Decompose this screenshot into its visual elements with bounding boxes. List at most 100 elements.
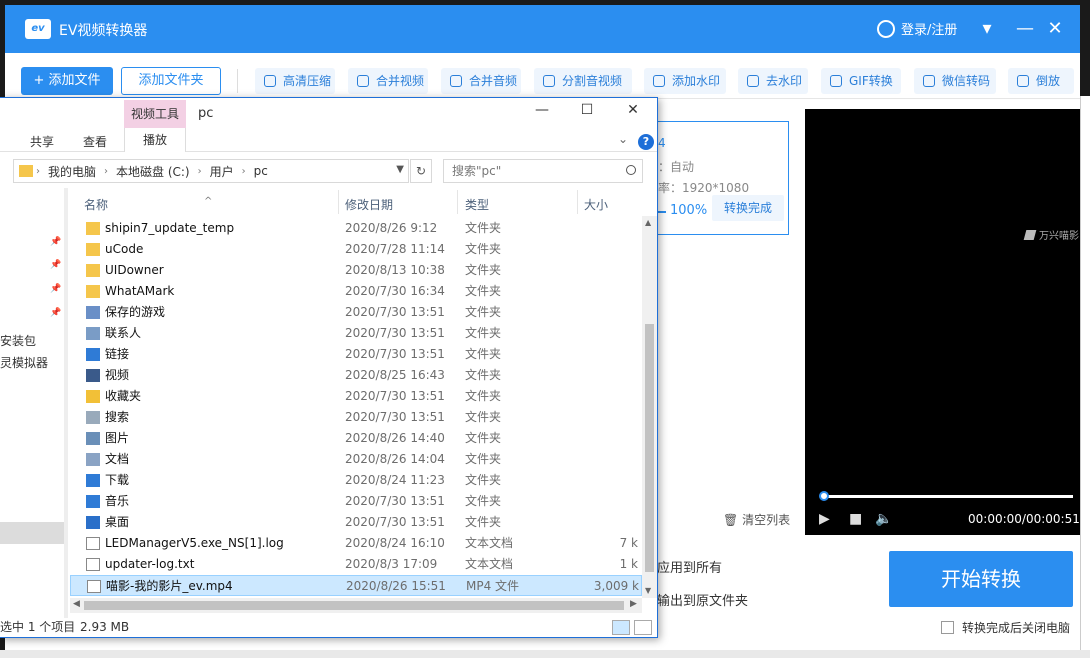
file-row[interactable]: 链接 2020/7/30 13:51 文件夹 — [70, 344, 642, 365]
file-row[interactable]: 图片 2020/8/26 14:40 文件夹 — [70, 428, 642, 449]
large-icons-view-icon[interactable] — [634, 620, 652, 635]
refresh-icon[interactable]: ↻ — [410, 159, 432, 183]
horizontal-scrollbar[interactable]: ◀ ▶ — [70, 598, 642, 613]
col-size[interactable]: 大小 — [584, 196, 608, 213]
compress-icon — [264, 75, 276, 87]
shutdown-checkbox[interactable] — [941, 621, 954, 634]
help-icon[interactable]: ? — [638, 134, 654, 150]
folder-icon — [19, 165, 33, 177]
video-tools-tab[interactable]: 视频工具 — [124, 100, 186, 128]
scroll-up-icon[interactable]: ▲ — [645, 218, 651, 227]
playback-progress[interactable] — [819, 491, 1073, 501]
file-row[interactable]: UIDowner 2020/8/13 10:38 文件夹 — [70, 260, 642, 281]
tab-share[interactable]: 共享 — [30, 133, 54, 150]
nav-item-selected[interactable] — [0, 522, 64, 544]
address-bar[interactable]: › 我的电脑 › 本地磁盘 (C:) › 用户 › pc ▼ — [13, 159, 409, 183]
ribbon-expand-icon[interactable]: ⌄ — [618, 132, 628, 146]
split-media-button[interactable]: 分割音视频 — [534, 68, 632, 94]
scroll-down-icon[interactable]: ▼ — [645, 586, 651, 595]
breadcrumb-users[interactable]: 用户 — [210, 163, 234, 180]
gif-convert-button[interactable]: GIF转换 — [821, 68, 901, 94]
split-icon — [543, 75, 555, 87]
volume-icon[interactable]: 🔈 — [875, 511, 892, 527]
dialog-minimize-icon[interactable]: — — [527, 102, 557, 118]
file-row[interactable]: 音乐 2020/7/30 13:51 文件夹 — [70, 491, 642, 512]
merge-video-button[interactable]: 合并视频 — [348, 68, 428, 94]
col-name[interactable]: 名称 — [84, 196, 108, 213]
add-file-button[interactable]: + 添加文件 — [21, 67, 113, 95]
add-folder-button[interactable]: 添加文件夹 — [121, 67, 221, 95]
merge-audio-button[interactable]: 合并音频 — [441, 68, 521, 94]
file-type: 文件夹 — [465, 494, 502, 508]
file-item-card[interactable]: 4 ：自动 率：1920*1080 100% 转换完成 — [657, 121, 789, 235]
tab-view[interactable]: 查看 — [83, 133, 107, 150]
file-row[interactable]: 下载 2020/8/24 11:23 文件夹 — [70, 470, 642, 491]
file-type: 文件夹 — [465, 326, 502, 340]
file-name: UIDowner — [105, 263, 164, 277]
vertical-scrollbar[interactable]: ▲ ▼ — [642, 216, 657, 598]
menu-icon[interactable]: ▾ — [975, 17, 999, 41]
login-button[interactable]: 登录/注册 — [877, 19, 957, 38]
column-divider[interactable] — [577, 190, 578, 214]
col-type[interactable]: 类型 — [465, 196, 489, 213]
convert-done-button[interactable]: 转换完成 — [712, 195, 784, 221]
pin-icon[interactable]: 📌 — [50, 308, 61, 318]
scroll-right-icon[interactable]: ▶ — [630, 599, 637, 609]
scroll-thumb[interactable] — [645, 324, 654, 572]
chevron-down-icon[interactable]: ▼ — [396, 164, 404, 175]
search-input[interactable]: 搜索"pc" — [443, 159, 643, 183]
column-divider[interactable] — [338, 190, 339, 214]
nav-scrollbar[interactable] — [64, 188, 68, 618]
video-preview[interactable]: 万兴喵影 ▶ ■ 🔈 00:00:00/00:00:51 — [805, 109, 1080, 535]
breadcrumb-computer[interactable]: 我的电脑 — [48, 163, 96, 180]
play-icon[interactable]: ▶ — [819, 511, 830, 527]
tab-play[interactable]: 播放 — [124, 128, 186, 152]
videos-icon — [86, 369, 100, 382]
file-row[interactable]: 桌面 2020/7/30 13:51 文件夹 — [70, 512, 642, 533]
details-view-icon[interactable] — [612, 620, 630, 635]
wechat-transcode-button[interactable]: 微信转码 — [914, 68, 996, 94]
reverse-button[interactable]: 倒放 — [1008, 68, 1074, 94]
nav-item-emulator[interactable]: 灵模拟器 — [0, 354, 48, 371]
nav-item-installer[interactable]: 安装包 — [0, 332, 36, 349]
hd-compress-button[interactable]: 高清压缩 — [255, 68, 335, 94]
file-row[interactable]: 收藏夹 2020/7/30 13:51 文件夹 — [70, 386, 642, 407]
file-row[interactable]: 联系人 2020/7/30 13:51 文件夹 — [70, 323, 642, 344]
breadcrumb-drive[interactable]: 本地磁盘 (C:) — [116, 163, 190, 180]
file-row[interactable]: uCode 2020/7/28 11:14 文件夹 — [70, 239, 642, 260]
pin-icon[interactable]: 📌 — [50, 284, 61, 294]
clear-list-button[interactable]: 🗑 清空列表 — [723, 511, 790, 528]
file-row[interactable]: 喵影-我的影片_ev.mp4 2020/8/26 15:51 MP4 文件 3,009… — [70, 575, 642, 596]
file-row[interactable]: 视频 2020/8/25 16:43 文件夹 — [70, 365, 642, 386]
output-folder-option[interactable]: 输出到原文件夹 — [657, 590, 748, 609]
chevron-right-icon: › — [104, 165, 109, 177]
apply-all-option[interactable]: 应用到所有 — [657, 557, 722, 576]
shutdown-option[interactable]: 转换完成后关闭电脑 — [941, 619, 1070, 636]
stop-icon[interactable]: ■ — [849, 511, 862, 527]
dialog-close-icon[interactable]: ✕ — [618, 102, 648, 118]
dialog-maximize-icon[interactable]: ☐ — [572, 102, 602, 118]
column-divider[interactable] — [457, 190, 458, 214]
scroll-left-icon[interactable]: ◀ — [73, 599, 80, 609]
file-row[interactable]: 搜索 2020/7/30 13:51 文件夹 — [70, 407, 642, 428]
close-icon[interactable]: ✕ — [1043, 17, 1067, 41]
file-row[interactable]: shipin7_update_temp 2020/8/26 9:12 文件夹 — [70, 218, 642, 239]
pin-icon[interactable]: 📌 — [50, 260, 61, 270]
add-watermark-button[interactable]: 添加水印 — [644, 68, 726, 94]
file-date: 2020/7/30 16:34 — [345, 284, 445, 298]
file-row[interactable]: 保存的游戏 2020/7/30 13:51 文件夹 — [70, 302, 642, 323]
file-row[interactable]: 文档 2020/8/26 14:04 文件夹 — [70, 449, 642, 470]
search-placeholder: 搜索"pc" — [452, 164, 502, 178]
start-convert-button[interactable]: 开始转换 — [889, 551, 1073, 607]
remove-watermark-button[interactable]: 去水印 — [738, 68, 808, 94]
hscroll-thumb[interactable] — [84, 601, 624, 610]
progress-handle[interactable] — [819, 491, 829, 501]
file-name: 下载 — [105, 473, 130, 487]
file-row[interactable]: WhatAMark 2020/7/30 16:34 文件夹 — [70, 281, 642, 302]
minimize-icon[interactable]: — — [1013, 17, 1037, 41]
file-row[interactable]: LEDManagerV5.exe_NS[1].log 2020/8/24 16:1… — [70, 533, 642, 554]
breadcrumb-pc[interactable]: pc — [254, 164, 268, 178]
file-row[interactable]: updater-log.txt 2020/8/3 17:09 文本文档 1 k — [70, 554, 642, 575]
pin-icon[interactable]: 📌 — [50, 237, 61, 247]
col-date[interactable]: 修改日期 — [345, 196, 393, 213]
